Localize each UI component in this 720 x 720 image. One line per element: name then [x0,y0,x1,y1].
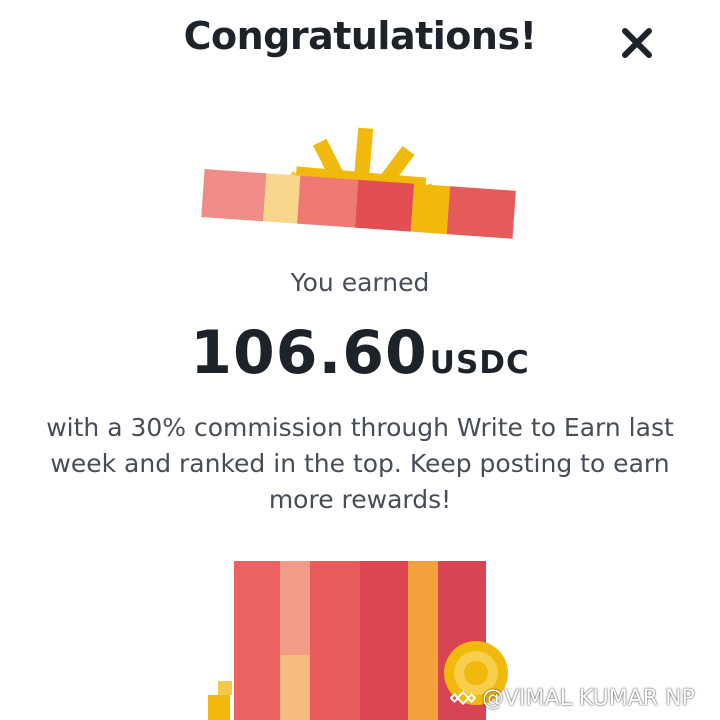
close-icon [622,28,652,58]
earned-label: You earned [290,268,430,297]
earned-amount: 106.60USDC [0,318,720,388]
watermark-text: @VIMAL KUMAR NP [482,685,695,711]
currency-label: USDC [429,345,530,381]
reward-message: with a 30% commission through Write to E… [46,413,674,514]
watermark: @VIMAL KUMAR NP [450,680,695,716]
close-button[interactable] [612,18,662,68]
amount-value: 106.60 [190,318,428,388]
binance-logo-icon [450,690,476,706]
gift-lid-illustration [201,127,516,239]
